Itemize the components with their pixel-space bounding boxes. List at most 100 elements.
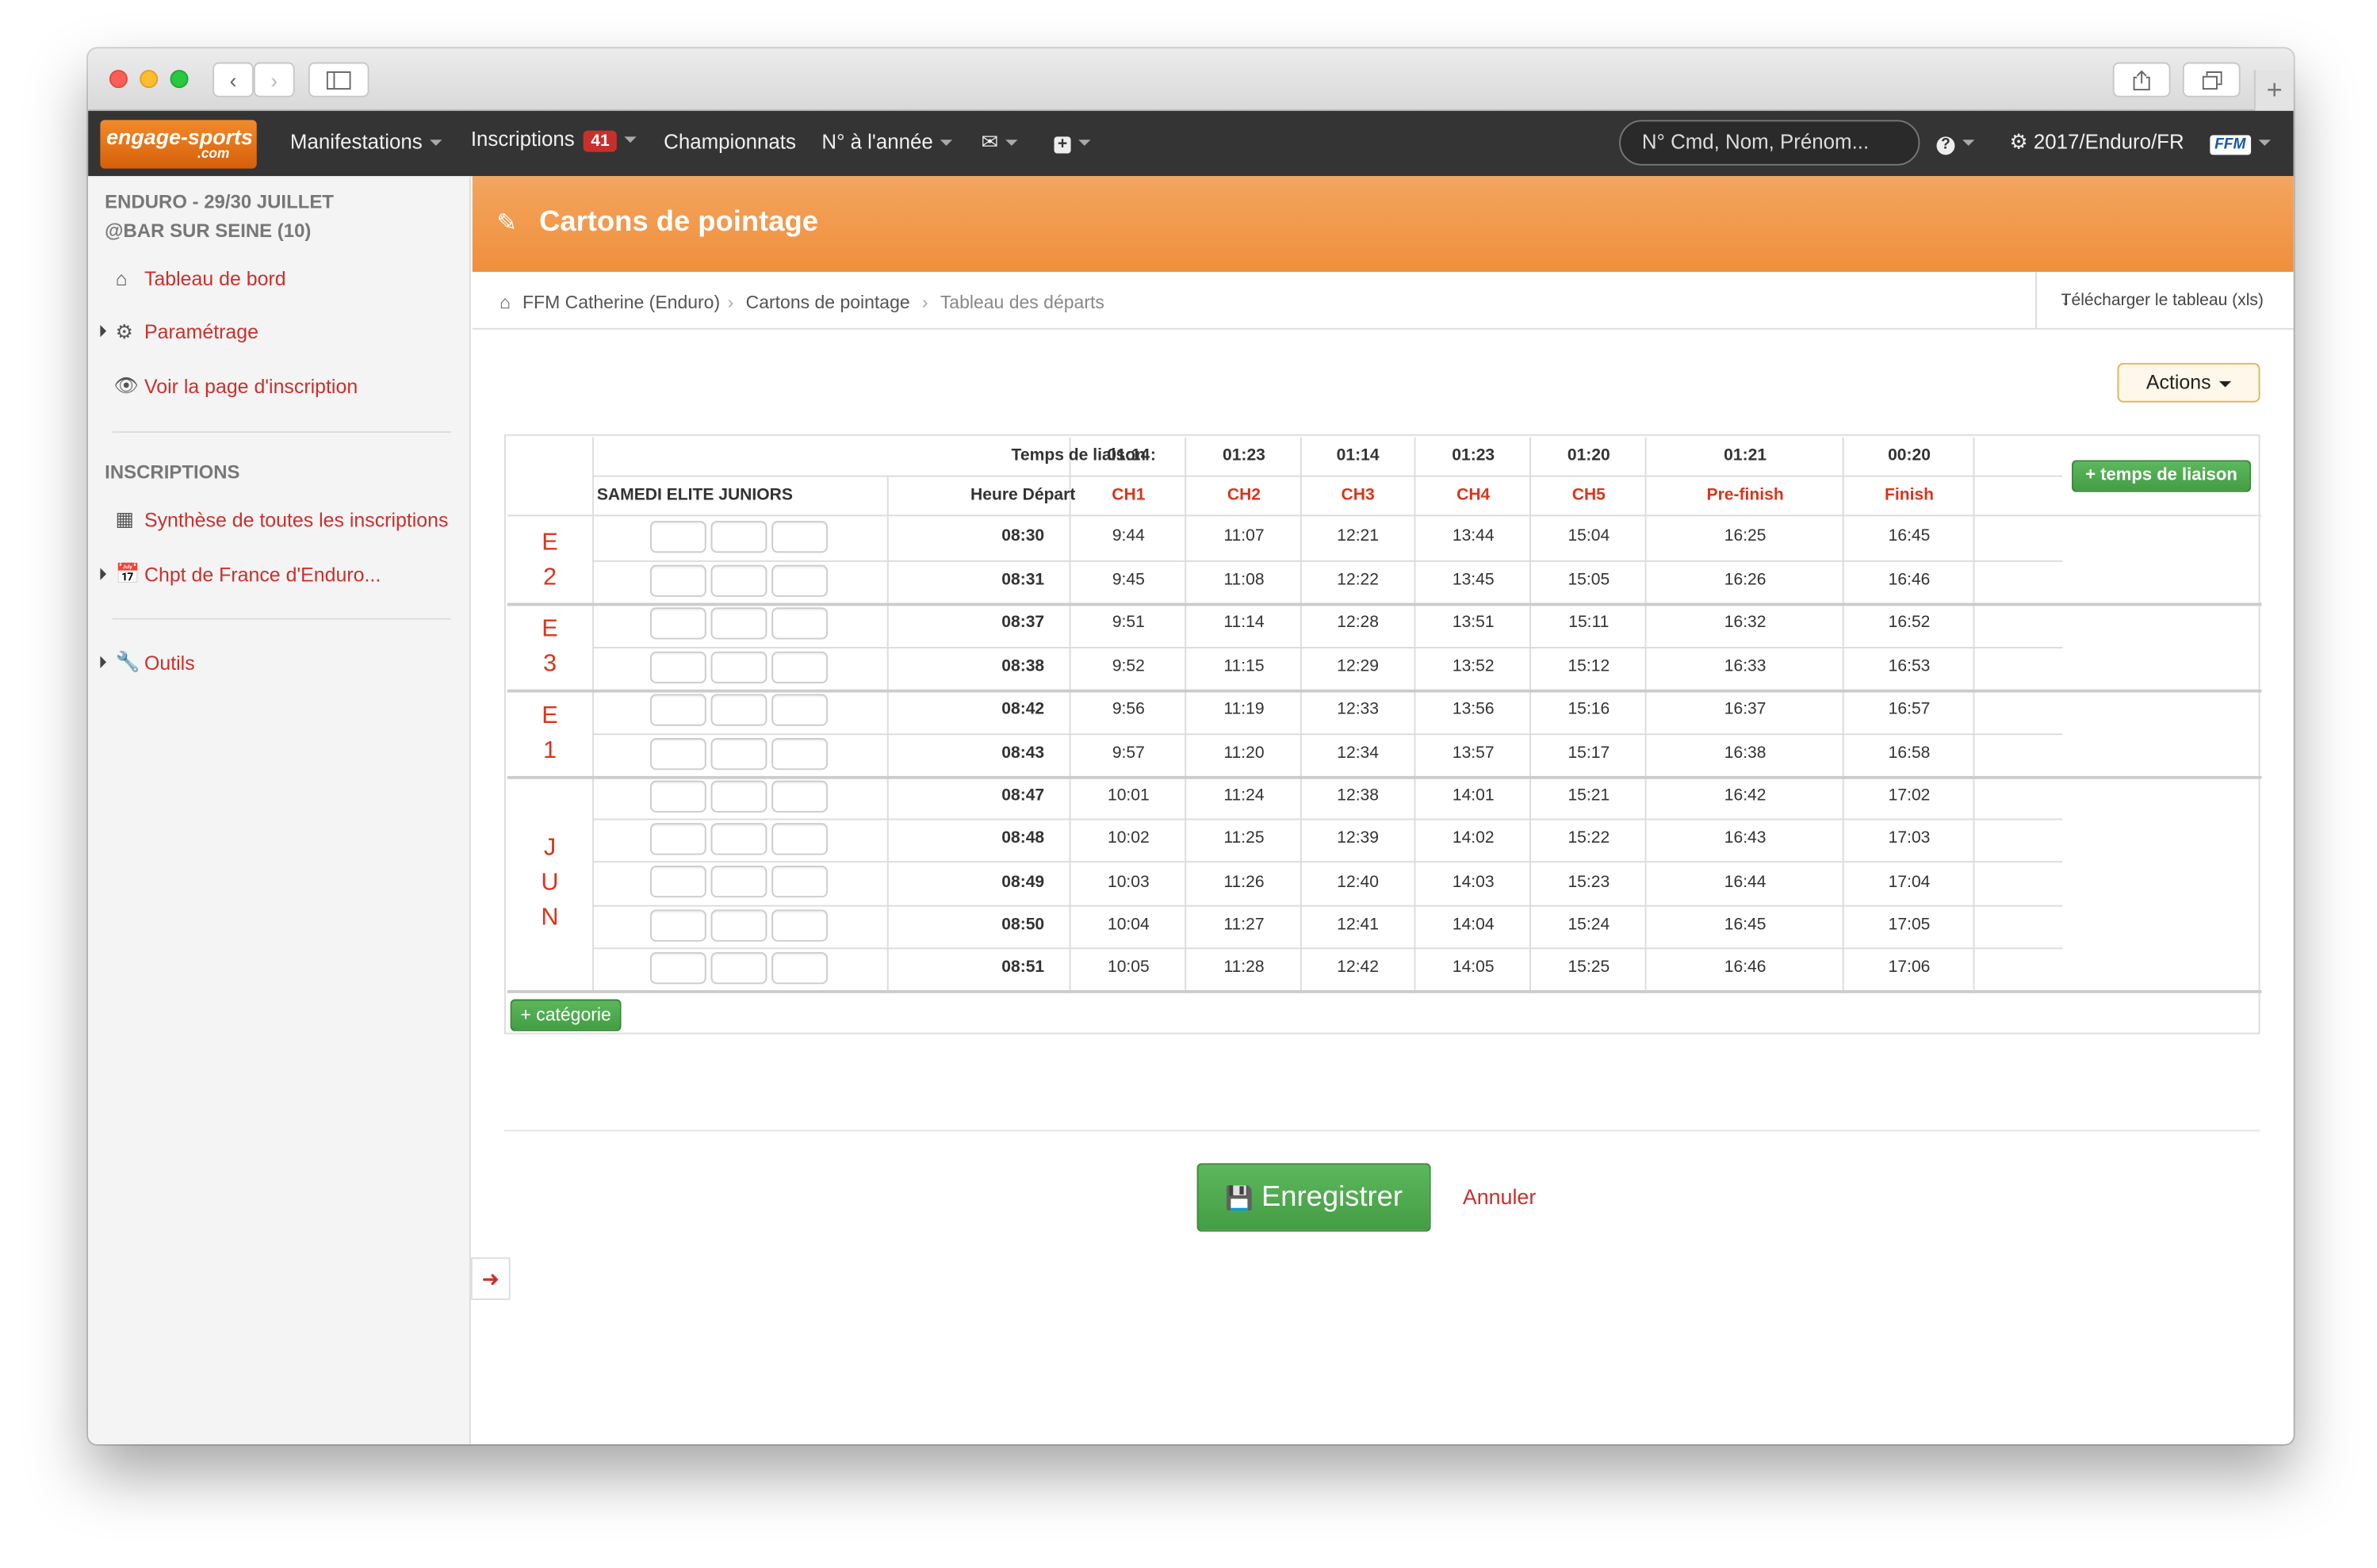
caret-down-icon: [1005, 140, 1019, 147]
rider-number-input[interactable]: [649, 607, 706, 640]
nav-add[interactable]: +: [1054, 131, 1091, 154]
close-window-button[interactable]: [109, 70, 128, 89]
rider-number-input[interactable]: [710, 951, 767, 984]
sidebar-item-parametrage[interactable]: Paramétrage: [144, 320, 258, 343]
cancel-link[interactable]: Annuler: [1463, 1184, 1536, 1209]
top-navbar: engage-sports .com Manifestations Inscrip…: [88, 110, 2294, 177]
nav-messages[interactable]: ✉: [982, 131, 1019, 155]
sidebar-item-voir-page-inscription[interactable]: Voir la page d'inscription: [144, 375, 358, 398]
rider-number-input[interactable]: [771, 866, 829, 898]
logo-text: engage-sports: [106, 124, 253, 149]
rider-number-input[interactable]: [710, 607, 767, 640]
checkpoint-time: 12:21: [1337, 527, 1380, 546]
sidebar-item-tableau-de-bord[interactable]: Tableau de bord: [144, 267, 286, 290]
share-button[interactable]: [2112, 62, 2171, 98]
checkpoint-time: 16:53: [1888, 657, 1931, 676]
rider-number-input[interactable]: [710, 737, 767, 770]
rider-number-input[interactable]: [771, 823, 829, 855]
sidebar-item-synthese[interactable]: Synthèse de toutes les inscriptions: [144, 509, 448, 532]
rider-number-input[interactable]: [710, 521, 767, 553]
checkpoint-time: 13:45: [1452, 570, 1495, 589]
back-button[interactable]: ‹: [212, 62, 254, 98]
checkpoint-time: 12:38: [1337, 786, 1380, 805]
group-label: E 3: [542, 615, 558, 677]
caret-down-icon: [2257, 140, 2271, 147]
rider-number-input[interactable]: [771, 780, 829, 813]
rider-number-input[interactable]: [771, 694, 829, 726]
browser-window: ‹ › + engage-sports .com Manifestations I…: [88, 48, 2294, 1444]
row-divider: [592, 732, 2063, 735]
rider-number-input[interactable]: [649, 694, 706, 726]
plus-square-icon: +: [1054, 136, 1071, 154]
nav-manifestations[interactable]: Manifestations: [290, 131, 442, 153]
rider-number-input[interactable]: [649, 521, 706, 553]
checkpoint-time: 12:28: [1337, 614, 1380, 633]
rider-number-input[interactable]: [710, 694, 767, 726]
rider-number-input[interactable]: [649, 951, 706, 984]
rider-number-input[interactable]: [649, 564, 706, 596]
global-search-input[interactable]: N° Cmd, Nom, Prénom...: [1619, 120, 1920, 166]
checkpoint-time: 16:46: [1888, 570, 1931, 589]
checkpoint-time: 13:51: [1452, 614, 1495, 633]
breadcrumb-item[interactable]: Cartons de pointage: [746, 292, 910, 313]
rider-number-input[interactable]: [710, 564, 767, 596]
forward-button[interactable]: ›: [253, 62, 295, 98]
rider-number-input[interactable]: [771, 650, 829, 683]
rider-number-input[interactable]: [771, 951, 829, 984]
rider-number-input[interactable]: [649, 737, 706, 770]
sidebar-item-outils[interactable]: Outils: [144, 652, 195, 675]
checkpoint-time: 16:38: [1724, 744, 1766, 763]
nav-label: Inscriptions: [470, 127, 575, 151]
nav-championnats[interactable]: Championnats: [664, 131, 796, 154]
sidebar-item-chpt-france[interactable]: Chpt de France d'Enduro...: [144, 564, 381, 587]
rider-number-input[interactable]: [771, 607, 829, 640]
nav-numero-annee[interactable]: N° à l'année: [821, 131, 953, 153]
row-divider: [592, 818, 2063, 820]
download-xls-button[interactable]: ↓ Télécharger le tableau (xls): [2035, 271, 2294, 330]
rider-number-input[interactable]: [649, 823, 706, 855]
save-button[interactable]: 💾 Enregistrer: [1196, 1163, 1431, 1232]
rider-number-input[interactable]: [710, 908, 767, 941]
rider-number-input[interactable]: [649, 866, 706, 898]
breadcrumb-item[interactable]: FFM Catherine (Enduro): [522, 292, 720, 313]
page-header: ✎ Cartons de pointage: [472, 176, 2294, 272]
new-tab-button[interactable]: +: [2253, 70, 2294, 111]
maximize-window-button[interactable]: [170, 70, 189, 89]
rider-number-input[interactable]: [771, 521, 829, 553]
add-category-button[interactable]: + catégorie: [510, 999, 622, 1031]
rider-number-input[interactable]: [649, 908, 706, 941]
nav-help[interactable]: ?: [1936, 131, 1975, 155]
rider-number-input[interactable]: [649, 650, 706, 683]
rider-number-input[interactable]: [710, 823, 767, 855]
tabs-overview-button[interactable]: [2182, 62, 2241, 98]
checkpoint-time: 12:34: [1337, 744, 1380, 763]
nav-context-settings[interactable]: ⚙ 2017/Enduro/FR: [2009, 131, 2184, 155]
gear-icon: ⚙: [2009, 130, 2028, 154]
checkpoint-time: 15:22: [1567, 829, 1610, 848]
add-liaison-time-button[interactable]: + temps de liaison: [2072, 460, 2252, 492]
nav-inscriptions[interactable]: Inscriptions 41: [471, 128, 637, 152]
rider-number-input[interactable]: [771, 908, 829, 941]
group-divider: [507, 990, 2262, 993]
caret-right-icon[interactable]: [100, 656, 107, 668]
checkpoint-time: 14:03: [1452, 872, 1495, 891]
site-logo[interactable]: engage-sports .com: [100, 120, 257, 169]
nav-federation[interactable]: FFM: [2210, 131, 2271, 155]
rider-number-input[interactable]: [710, 866, 767, 898]
rider-number-input[interactable]: [771, 737, 829, 770]
actions-dropdown[interactable]: Actions: [2117, 362, 2260, 403]
sidebar-divider: [112, 618, 451, 620]
minimize-window-button[interactable]: [140, 70, 159, 89]
rider-number-input[interactable]: [710, 780, 767, 813]
edit-icon: ✎: [496, 211, 518, 237]
checkpoint-time: 13:56: [1452, 700, 1495, 719]
breadcrumb-separator: ›: [921, 291, 928, 313]
rider-number-input[interactable]: [771, 564, 829, 596]
rider-number-input[interactable]: [649, 780, 706, 813]
caret-right-icon[interactable]: [100, 568, 107, 580]
rider-number-input[interactable]: [710, 650, 767, 683]
collapse-sidebar-button[interactable]: ➜: [470, 1257, 511, 1300]
caret-right-icon[interactable]: [100, 324, 107, 338]
sidebar-toggle-button[interactable]: [308, 62, 369, 98]
checkpoint-time: 15:17: [1567, 744, 1610, 763]
